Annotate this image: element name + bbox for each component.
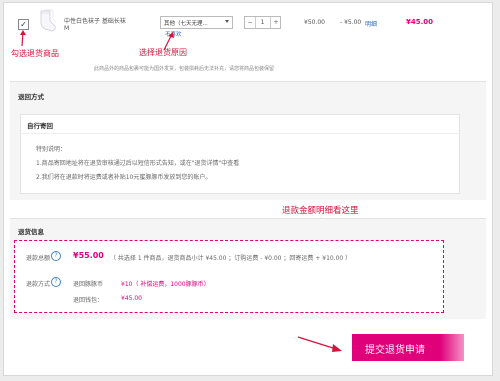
submit-return-label: 提交退货申请 xyxy=(365,345,425,356)
help-icon[interactable]: ? xyxy=(51,277,61,287)
return-reason-value: 其他（七天无理... xyxy=(164,21,208,27)
quantity-minus-button[interactable]: − xyxy=(245,17,256,28)
self-ship-card: 自行寄回 特别说明： 1.商品寄回地址将在退货审核通过后以短信形式告知，或在"退… xyxy=(20,114,460,194)
refund-total-detail: （ 共选择 1 件商品，退货商品小计 ¥45.00 ；订购运费 - ¥0.00 … xyxy=(110,255,352,262)
quantity-value[interactable]: 1 xyxy=(256,17,269,28)
return-reason-select[interactable]: 其他（七天无理... xyxy=(160,16,233,29)
product-name[interactable]: 中性白色袜子 基础长袜 xyxy=(64,16,126,25)
help-icon[interactable]: ? xyxy=(51,251,61,261)
quantity-stepper: − 1 + xyxy=(244,16,281,29)
annotation-arrow-submit xyxy=(297,336,342,352)
refund-detail-box: 退款总额 ? ¥55.00 （ 共选择 1 件商品，退货商品小计 ¥45.00 … xyxy=(14,240,444,313)
shipping-notice: 此商品外的商品包裹可能为国外发货，包装损耗后无法补充，请您将商品包装保留 xyxy=(94,66,275,72)
discount-detail-link[interactable]: 明细 xyxy=(365,19,377,28)
special-note-line2: 2.我们将在退款时将运费或者补贴10元蜜豚豚币发放到您的账户。 xyxy=(36,174,212,181)
special-note-line1: 1.商品寄回地址将在退货审核通过后以短信形式告知，或在"退货详情"中查看 xyxy=(36,160,240,167)
discount-amount: - ¥5.00 xyxy=(340,19,362,26)
annotation-select-reason: 选择退货原因 xyxy=(139,48,187,57)
divider xyxy=(21,133,459,134)
item-subtotal: ¥45.00 xyxy=(406,18,434,26)
refund-coins-value: ¥10（ 补偿运费，1000豚豚币） xyxy=(121,281,210,288)
special-note-title: 特别说明： xyxy=(36,146,67,153)
refund-info-title: 退货信息 xyxy=(18,228,44,236)
refund-original-value: ¥45.00 xyxy=(121,295,142,302)
refund-method-label: 退款方式 xyxy=(26,281,51,288)
annotation-select-goods: 勾选退货商品 xyxy=(11,49,59,58)
refund-total-label: 退款总额 xyxy=(26,255,51,262)
refund-total-value: ¥55.00 xyxy=(73,251,104,260)
unit-price: ¥50.00 xyxy=(304,19,325,26)
refund-coins-label: 退回豚豚币 xyxy=(73,281,104,288)
chevron-down-icon xyxy=(225,20,229,23)
quantity-plus-button[interactable]: + xyxy=(270,17,281,28)
return-request-page: ✓ 中性白色袜子 基础长袜 M 其他（七天无理... 不喜欢 − 1 + ¥50… xyxy=(3,2,493,376)
refund-original-label: 退回钱包： xyxy=(73,297,104,304)
return-method-title: 退回方式 xyxy=(18,93,44,101)
page-edge-fade xyxy=(440,329,492,375)
self-ship-title: 自行寄回 xyxy=(27,122,53,130)
